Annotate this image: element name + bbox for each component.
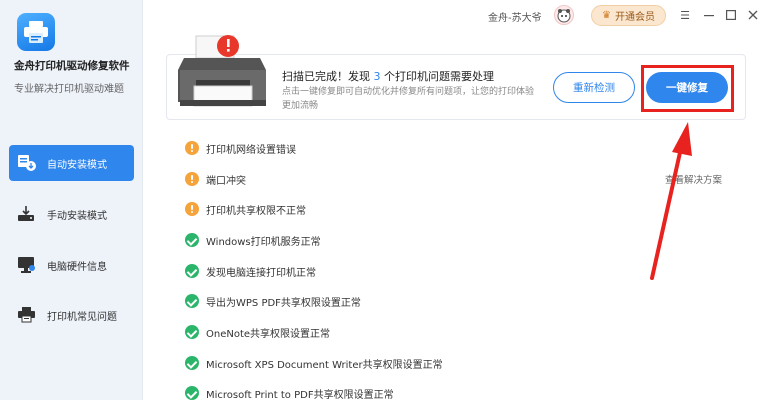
app-name: 金舟打印机驱动修复软件 — [14, 60, 130, 72]
sidebar: 金舟打印机驱动修复软件 专业解决打印机驱动难题 自动安装模式 手动安装模式 电脑… — [0, 0, 143, 400]
issue-item: 打印机网络设置错误 — [185, 140, 296, 156]
warning-icon — [185, 202, 199, 216]
scan-title-prefix: 扫描已完成！发现 — [282, 70, 374, 83]
check-icon — [185, 233, 199, 247]
sidebar-item-label: 打印机常见问题 — [47, 311, 117, 323]
issue-text: 发现电脑连接打印机正常 — [206, 267, 316, 279]
menu-icon[interactable]: ☰ — [678, 7, 692, 23]
issue-item: Windows打印机服务正常 — [185, 232, 321, 248]
sidebar-item-manual-install[interactable]: 手动安装模式 — [9, 196, 134, 232]
crown-icon: ♛ — [602, 10, 611, 21]
issue-text: OneNote共享权限设置正常 — [206, 328, 331, 340]
issue-item: 打印机共享权限不正常 — [185, 201, 306, 217]
sidebar-item-auto-install[interactable]: 自动安装模式 — [9, 145, 134, 181]
scan-description: 点击一键修复即可自动优化并修复所有问题项，让您的打印体验更加流畅 — [282, 87, 535, 111]
sidebar-item-printer-faq[interactable]: 打印机常见问题 — [9, 297, 134, 333]
auto-install-icon — [17, 154, 37, 172]
issue-text: 导出为WPS PDF共享权限设置正常 — [206, 297, 361, 309]
app-logo — [17, 13, 55, 51]
check-icon — [185, 356, 199, 370]
rescan-button[interactable]: 重新检测 — [553, 72, 635, 103]
printer-warning-icon — [176, 30, 272, 116]
vip-button-label: 开通会员 — [614, 12, 655, 23]
close-icon[interactable] — [746, 7, 760, 23]
issue-text: 打印机网络设置错误 — [206, 144, 296, 156]
issue-text: Windows打印机服务正常 — [206, 236, 321, 248]
check-icon — [185, 264, 199, 278]
issue-item: Microsoft Print to PDF共享权限设置正常 — [185, 385, 394, 400]
issue-text: Microsoft XPS Document Writer共享权限设置正常 — [206, 359, 443, 371]
avatar[interactable] — [554, 5, 574, 25]
username[interactable]: 金舟-苏大爷 — [488, 9, 542, 24]
warning-icon — [185, 172, 199, 186]
issue-item: 导出为WPS PDF共享权限设置正常 — [185, 293, 361, 309]
hardware-info-icon — [17, 256, 37, 274]
check-icon — [185, 325, 199, 339]
issue-text: 打印机共享权限不正常 — [206, 205, 306, 217]
printer-faq-icon — [17, 306, 37, 324]
scan-title-suffix: 个打印机问题需要处理 — [380, 70, 494, 83]
issue-item: 发现电脑连接打印机正常 — [185, 263, 316, 279]
sidebar-item-label: 自动安装模式 — [47, 159, 107, 171]
issue-count: 3 — [373, 70, 381, 83]
view-solution-link[interactable]: 查看解决方案 — [665, 172, 722, 186]
sidebar-item-label: 手动安装模式 — [47, 210, 107, 222]
check-icon — [185, 294, 199, 308]
issue-item: 端口冲突 — [185, 171, 246, 187]
one-click-fix-button[interactable]: 一键修复 — [646, 72, 728, 103]
sidebar-item-hardware-info[interactable]: 电脑硬件信息 — [9, 247, 134, 283]
minimize-icon[interactable] — [702, 7, 716, 23]
sidebar-item-label: 电脑硬件信息 — [47, 261, 107, 273]
scan-title: 扫描已完成！发现 3 个打印机问题需要处理 — [282, 68, 494, 84]
issue-text: Microsoft Print to PDF共享权限设置正常 — [206, 389, 394, 400]
issue-item: Microsoft XPS Document Writer共享权限设置正常 — [185, 355, 443, 371]
manual-install-icon — [17, 205, 37, 223]
issue-item: OneNote共享权限设置正常 — [185, 324, 330, 340]
issue-text: 端口冲突 — [206, 175, 246, 187]
vip-button[interactable]: ♛ 开通会员 — [591, 5, 666, 26]
warning-icon — [185, 141, 199, 155]
check-icon — [185, 386, 199, 400]
app-subtitle: 专业解决打印机驱动难题 — [14, 84, 124, 95]
maximize-icon[interactable] — [724, 7, 738, 23]
